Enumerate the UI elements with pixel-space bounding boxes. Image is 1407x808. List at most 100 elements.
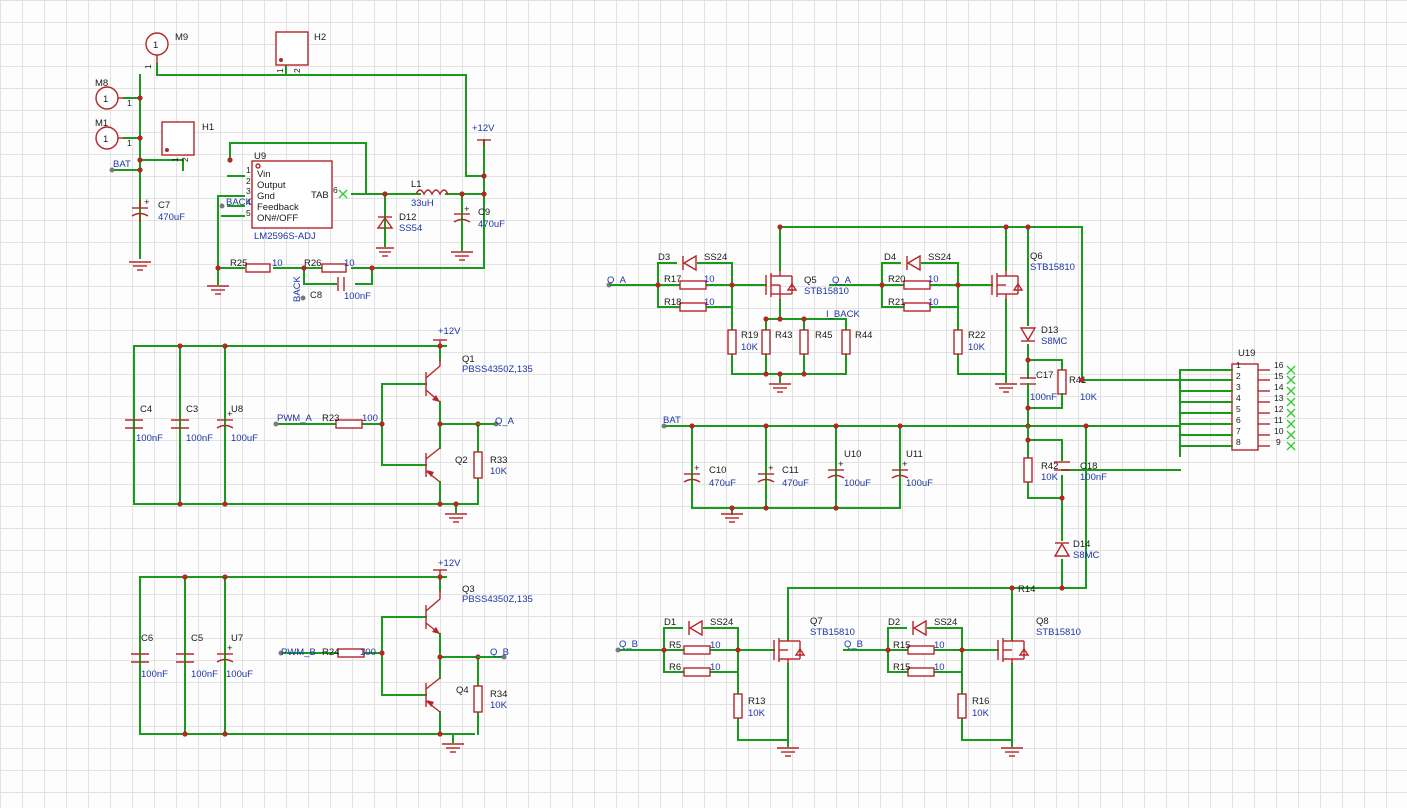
r33-value: 10K [490,466,508,477]
c6-value: 100nF [141,669,168,680]
capacitor-c4[interactable]: C4 100nF [125,404,163,444]
u19-pin-l8: 8 [1236,437,1241,447]
svg-text:3: 3 [246,186,251,196]
resistor-r18[interactable]: R18 10 [664,297,715,312]
transistor-q1[interactable]: Q1 PBSS4350Z,135 [425,354,533,403]
q1-value: PBSS4350Z,135 [462,364,533,375]
r16-value: 10K [972,708,990,719]
resistor-r22[interactable]: R22 10K [953,329,986,355]
r19-value: 10K [741,342,759,353]
u19-pin-l1: 1 [1236,360,1241,370]
diode-d13[interactable]: D13 S8MC [1019,325,1068,347]
resistor-r24[interactable]: R24 100 [322,647,376,658]
c8-ref: C8 [310,290,322,301]
u19-pin-l7: 7 [1236,426,1241,436]
r15-upper-value: 10 [934,640,945,651]
resistor-r5[interactable]: R5 10 [669,640,721,655]
transistor-q2[interactable]: Q2 [425,447,468,483]
m1-ref: M1 [95,118,108,129]
c17-value: 100nF [1030,392,1057,403]
u8-ref: U8 [231,404,243,415]
h2-ref: H2 [314,32,326,43]
resistor-r15-lower[interactable]: R15 10 [893,662,945,677]
capacitor-u7[interactable]: + U7 100uF [216,633,253,680]
d3-ref: D3 [658,252,670,263]
capacitor-c8[interactable]: C8 100nF [310,277,371,302]
resistor-r17[interactable]: R17 10 [664,274,715,290]
resistor-r6[interactable]: R6 10 [669,662,721,677]
capacitor-u11[interactable]: + U11 100uF [891,449,933,489]
r20-ref: R20 [888,274,905,285]
resistor-r19[interactable]: R19 10K [727,329,759,355]
q4-ref: Q4 [456,685,469,696]
capacitor-c17[interactable]: C17 100nF [1020,359,1057,427]
transistor-q4[interactable]: Q4 [425,677,469,713]
resistor-r13[interactable]: R13 10K [733,693,766,719]
c3-value: 100nF [186,433,213,444]
resistor-r45[interactable]: R45 [799,329,832,355]
svg-text:5: 5 [246,208,251,218]
capacitor-c5[interactable]: C5 100nF [176,633,218,680]
resistor-r16[interactable]: R16 10K [957,693,990,719]
diode-d14[interactable]: D14 S8MC [1053,539,1100,561]
u19-pin-r1: 16 [1274,360,1284,370]
resistor-r20[interactable]: R20 10 [888,274,939,290]
r25-ref: R25 [230,258,247,269]
u9-pin-gnd: Gnd [257,191,275,202]
power-flag-12v-a: +12V [433,326,461,346]
svg-text:1: 1 [170,157,180,162]
r42-value: 10K [1041,472,1059,483]
resistor-r34[interactable]: R34 10K [473,685,508,713]
d13-ref: D13 [1041,325,1058,336]
mosfet-q6[interactable]: Q6 STB15810 [991,251,1075,300]
resistor-r44[interactable]: R44 [841,329,872,355]
svg-text:+: + [694,463,700,474]
q6-ref: Q6 [1030,251,1043,262]
resistor-r26[interactable]: R26 10 [304,258,355,273]
diode-d1[interactable]: D1 SS24 [664,617,733,637]
resistor-r43[interactable]: R43 [761,329,792,355]
inductor-l1[interactable]: L1 33uH [411,179,449,209]
connector-u19[interactable]: U19 1 2 3 4 5 6 7 8 16 15 14 13 12 11 10 [1179,348,1296,457]
transistor-q3[interactable]: Q3 PBSS4350Z,135 [425,584,533,635]
schematic-canvas[interactable]: 1 M9 1 1 M8 1 1 M1 1 1 2 H2 1 2 H1 BAT +… [0,0,1407,808]
mount-hole-m1[interactable]: 1 M1 1 [95,118,132,150]
header-h2[interactable]: 1 2 H2 [275,31,326,73]
resistor-r25[interactable]: R25 10 [230,258,283,273]
l1-ref: L1 [411,179,422,190]
mosfet-q7[interactable]: Q7 STB15810 [773,616,855,664]
diode-d3[interactable]: D3 SS24 [658,252,727,272]
capacitor-c3[interactable]: C3 100nF [171,404,213,444]
c5-value: 100nF [191,669,218,680]
mount-hole-m8[interactable]: 1 M8 1 [95,78,132,110]
power-12v-b-label: +12V [438,558,461,569]
driver-a-block: C4 100nF C3 100nF + U8 100uF +12V PWM_A … [125,326,533,523]
net-bat-label-2: BAT [663,415,681,426]
capacitor-u8[interactable]: + U8 100uF [216,404,258,444]
resistor-r23[interactable]: R23 100 [322,413,378,429]
mount-hole-m9[interactable]: 1 M9 1 [143,32,188,69]
diode-d2[interactable]: D2 SS24 [888,617,957,637]
r6-value: 10 [710,662,721,673]
capacitor-u10[interactable]: + U10 100uF [827,449,871,489]
resistor-r15-upper[interactable]: R15 10 [893,640,945,655]
regulator-u9[interactable]: U9 Vin Output Gnd Feedback ON#/OFF TAB 1… [246,151,348,242]
diode-d4[interactable]: D4 SS24 [884,252,951,272]
resistor-r21[interactable]: R21 10 [888,297,939,312]
svg-text:2: 2 [292,68,302,73]
q2-ref: Q2 [455,455,468,466]
driver-b-block: C6 100nF C5 100nF + U7 100uF +12V PWM_B … [131,558,533,753]
capacitor-c6[interactable]: C6 100nF [131,633,168,680]
resistor-r33[interactable]: R33 10K [473,451,508,479]
resistor-r42[interactable]: R42 10K [1023,457,1059,483]
r45-ref: R45 [815,330,832,341]
u11-value: 100uF [906,478,933,489]
header-h1[interactable]: 1 2 H1 [161,121,214,162]
ground-symbol [721,513,743,523]
ground-symbol [129,261,151,271]
ground-symbol [451,251,473,261]
c17-ref: C17 [1036,370,1053,381]
u19-pin-r6: 11 [1274,415,1283,425]
mosfet-q8[interactable]: Q8 STB15810 [997,616,1081,664]
q3-value: PBSS4350Z,135 [462,594,533,605]
